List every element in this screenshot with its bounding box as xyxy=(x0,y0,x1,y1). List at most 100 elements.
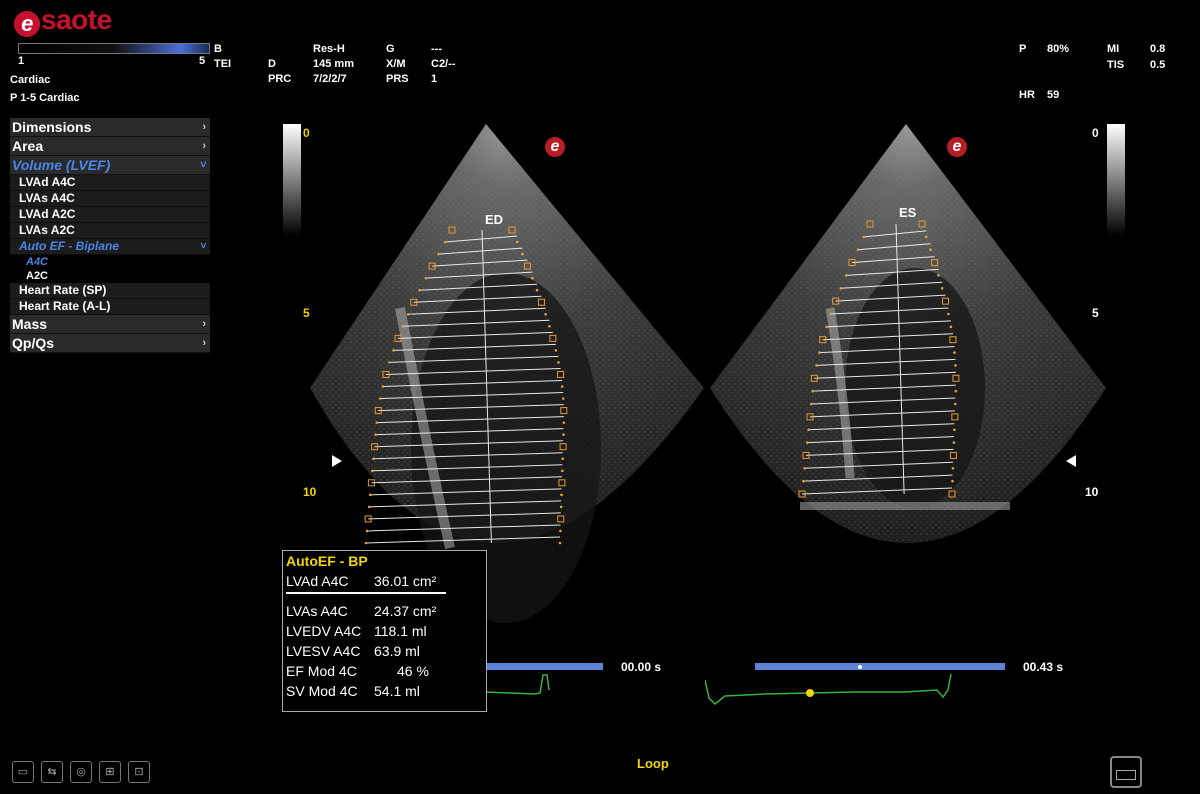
contour-point xyxy=(561,469,564,473)
contour-point xyxy=(803,466,806,470)
contour-point xyxy=(558,541,562,545)
contour-point xyxy=(562,421,566,424)
measurement-row: EF Mod 4C 46 % xyxy=(286,663,429,679)
preset-line1: Cardiac xyxy=(10,74,51,86)
chevron-right-icon: › xyxy=(202,318,206,330)
menu-item-dimensions[interactable]: Dimensions › xyxy=(10,118,210,137)
contour-point xyxy=(548,325,551,328)
contour-point xyxy=(811,389,814,393)
menu-item-lvad-a4c[interactable]: LVAd A4C xyxy=(10,175,210,191)
contour-point xyxy=(844,274,848,277)
ecg-trace-right xyxy=(705,673,952,706)
timeline-bar-left[interactable] xyxy=(485,663,603,670)
menu-item-volume-lvef[interactable]: Volume (LVEF) ˅ xyxy=(10,156,210,175)
mode-label: B xyxy=(214,43,222,55)
contour-point xyxy=(561,397,565,400)
chevron-right-icon: › xyxy=(202,337,206,349)
depth-0-left: 0 xyxy=(303,126,310,140)
menu-item-lvas-a4c[interactable]: LVAs A4C xyxy=(10,191,210,207)
contour-point xyxy=(952,441,956,444)
menu-item-qp-qs[interactable]: Qp/Qs › xyxy=(10,334,210,353)
contour-point xyxy=(560,493,563,497)
contour-point xyxy=(954,389,958,393)
prs-label: PRS xyxy=(386,73,409,85)
contour-point xyxy=(856,248,860,252)
measurement-row: LVESV A4C 63.9 ml xyxy=(286,643,420,659)
contour-point xyxy=(839,286,843,290)
timeline-bar-right[interactable] xyxy=(755,663,1005,670)
menu-item-mass[interactable]: Mass › xyxy=(10,315,210,334)
contour-point xyxy=(559,529,562,533)
contour-point xyxy=(531,276,534,280)
menu-item-area[interactable]: Area › xyxy=(10,137,210,156)
measurement-results-box: AutoEF - BP LVAd A4C 36.01 cm² LVAs A4C 24… xyxy=(282,550,487,712)
usb-icon: ⇆ xyxy=(41,761,63,783)
hr-value: 59 xyxy=(1047,89,1060,101)
g-value: --- xyxy=(431,43,442,55)
contour-point xyxy=(559,505,563,509)
network-icon: ⊞ xyxy=(99,761,121,783)
depth-label: D xyxy=(268,58,276,70)
timeline-cursor[interactable] xyxy=(858,665,862,669)
contour-point xyxy=(388,361,391,364)
contour-point xyxy=(401,325,405,328)
tei-label: TEI xyxy=(214,58,232,70)
res-label: Res-H xyxy=(313,43,345,55)
power-label: P xyxy=(1019,43,1027,55)
loop-label[interactable]: Loop xyxy=(637,756,669,771)
contour-point xyxy=(369,493,372,497)
menu-item-a4c[interactable]: A4C xyxy=(10,255,210,269)
gain-bar xyxy=(18,43,210,54)
prs-value: 1 xyxy=(431,73,438,85)
contour-point xyxy=(418,288,421,292)
tis-label: TIS xyxy=(1107,59,1125,71)
contour-point xyxy=(949,325,953,329)
contour-point xyxy=(560,385,564,388)
contour-point xyxy=(367,505,371,509)
contour-point xyxy=(392,349,395,352)
contour-point xyxy=(424,276,428,280)
contour-point xyxy=(951,479,954,483)
time-left: 00.00 s xyxy=(621,660,662,674)
hr-label: HR xyxy=(1019,89,1035,101)
contour-point xyxy=(953,351,956,354)
contour-point xyxy=(818,351,821,354)
measurement-row: LVEDV A4C 118.1 ml xyxy=(286,623,427,639)
chevron-right-icon: › xyxy=(202,140,206,152)
dicom-icon: ⊡ xyxy=(128,761,150,783)
contour-point xyxy=(954,364,957,367)
contour-point xyxy=(544,312,547,316)
contour-point xyxy=(953,428,956,432)
contour-point xyxy=(940,286,944,290)
power-value: 80% xyxy=(1047,43,1070,55)
gain-max: 5 xyxy=(199,55,206,67)
chevron-down-icon: ˅ xyxy=(199,159,206,171)
storage-icon[interactable] xyxy=(1110,756,1142,788)
chevron-down-icon: ˅ xyxy=(200,241,206,252)
mi-label: MI xyxy=(1107,43,1120,55)
es-label: ES xyxy=(899,205,917,220)
contour-point xyxy=(406,312,410,316)
contour-point xyxy=(806,441,809,444)
measurement-row: LVAs A4C 24.37 cm² xyxy=(286,603,437,619)
menu-item-heart-rate-sp[interactable]: Heart Rate (SP) xyxy=(10,283,210,299)
contour-point xyxy=(381,385,385,388)
contour-point xyxy=(554,349,558,352)
measurement-row: SV Mod 4C 54.1 ml xyxy=(286,683,420,699)
ecg-cursor xyxy=(806,689,814,697)
prc-label: PRC xyxy=(268,73,292,85)
menu-item-heart-rate-al[interactable]: Heart Rate (A-L) xyxy=(10,299,210,315)
xm-value: C2/-- xyxy=(431,58,456,70)
g-label: G xyxy=(386,43,395,55)
menu-item-lvad-a2c[interactable]: LVAd A2C xyxy=(10,207,210,223)
menu-item-a2c[interactable]: A2C xyxy=(10,269,210,283)
menu-item-lvas-a2c[interactable]: LVAs A2C xyxy=(10,223,210,239)
contour-point xyxy=(372,457,375,461)
measurement-row: LVAd A4C 36.01 cm² xyxy=(286,573,437,589)
menu-item-auto-ef-biplane[interactable]: Auto EF - Biplane ˅ xyxy=(10,239,210,255)
esaote-logo: e saote xyxy=(14,4,112,37)
contour-point xyxy=(562,433,565,436)
ed-label: ED xyxy=(485,212,504,227)
contour-point xyxy=(378,397,382,400)
contour-point xyxy=(515,240,519,244)
